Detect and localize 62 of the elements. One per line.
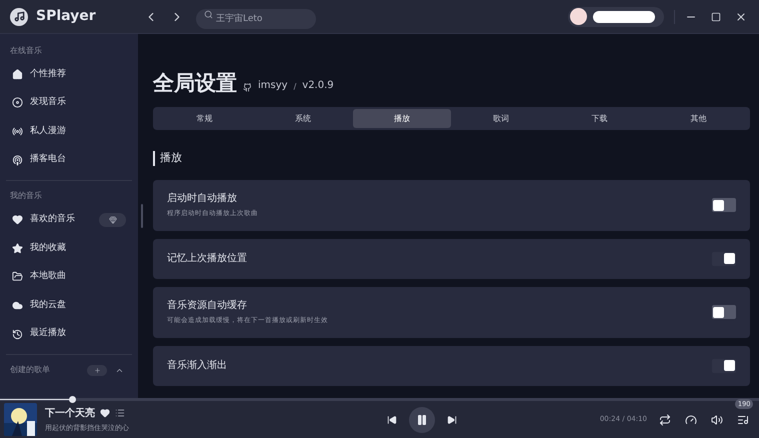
user-pill[interactable] [568,6,664,26]
version-label: v2.0.9 [302,79,334,93]
username-redaction [593,10,655,22]
sidebar-item[interactable]: 播客电台 [6,146,132,174]
section-heading: 创建的歌单 [10,364,51,376]
sidebar-item[interactable]: 我的云盘 [6,291,132,320]
app-name: SPlayer [36,7,96,26]
close-icon[interactable] [735,10,747,22]
sidebar-item[interactable]: 发现音乐 [6,88,132,118]
heart-icon[interactable] [100,408,110,418]
avatar [570,8,587,25]
tab[interactable]: 常规 [155,109,254,128]
section-heading: 在线音乐 [10,45,43,57]
toggle-switch[interactable] [712,252,736,266]
toggle-switch[interactable] [712,198,736,212]
tab[interactable]: 系统 [254,109,353,128]
author-link[interactable]: imsyy [258,78,288,93]
sidebar-item[interactable]: 我的收藏 [6,234,132,263]
sidebar-item[interactable]: 喜欢的音乐 [6,205,132,234]
list-icon[interactable] [115,408,125,418]
podcast-icon [12,154,23,166]
github-icon [243,83,252,92]
radio-icon [12,126,23,137]
previous-icon[interactable] [387,414,398,424]
disc-icon [12,97,23,108]
repeat-icon[interactable] [659,414,671,426]
setting-label: 记忆上次播放位置 [167,252,248,266]
song-title: 下一个天亮 [45,406,95,421]
cloud-icon [12,300,23,311]
next-icon[interactable] [447,414,458,424]
sidebar-item[interactable]: 本地歌曲 [6,262,132,292]
section-heading: 我的音乐 [10,190,43,202]
scrollbar-thumb[interactable] [141,204,143,228]
page-title: 全局设置 [153,73,237,94]
setting-label: 音乐资源自动缓存 [167,298,248,314]
tab[interactable]: 下载 [550,109,650,128]
star-icon [12,242,23,254]
add-icon[interactable] [94,366,100,374]
folder-icon [12,271,23,282]
heartbeat-mode-icon[interactable] [108,216,116,224]
volume-icon[interactable] [711,414,723,426]
logo-icon [10,8,28,26]
sidebar-item[interactable]: 私人漫游 [6,117,132,146]
heart-icon [12,214,23,226]
toggle-switch[interactable] [712,358,736,372]
tab[interactable]: 歌词 [451,109,550,128]
setting-label: 音乐渐入渐出 [167,358,228,373]
pause-icon[interactable] [416,414,428,426]
tab[interactable]: 播放 [352,109,452,128]
maximize-icon[interactable] [711,12,721,22]
toggle-switch[interactable] [712,305,736,319]
history-icon [12,328,23,340]
separator: / [294,81,296,93]
home-icon [12,68,23,80]
sidebar-item[interactable]: 最近播放 [6,320,132,348]
playlist-icon[interactable] [737,414,749,426]
search-field[interactable]: 王宇宙Leto [196,9,316,29]
setting-label: 启动时自动播放 [167,192,238,206]
tab[interactable]: 其他 [649,109,748,128]
sidebar-item[interactable]: 个性推荐 [6,60,132,89]
speed-icon[interactable] [685,414,697,426]
section-title: 播放 [160,150,182,166]
